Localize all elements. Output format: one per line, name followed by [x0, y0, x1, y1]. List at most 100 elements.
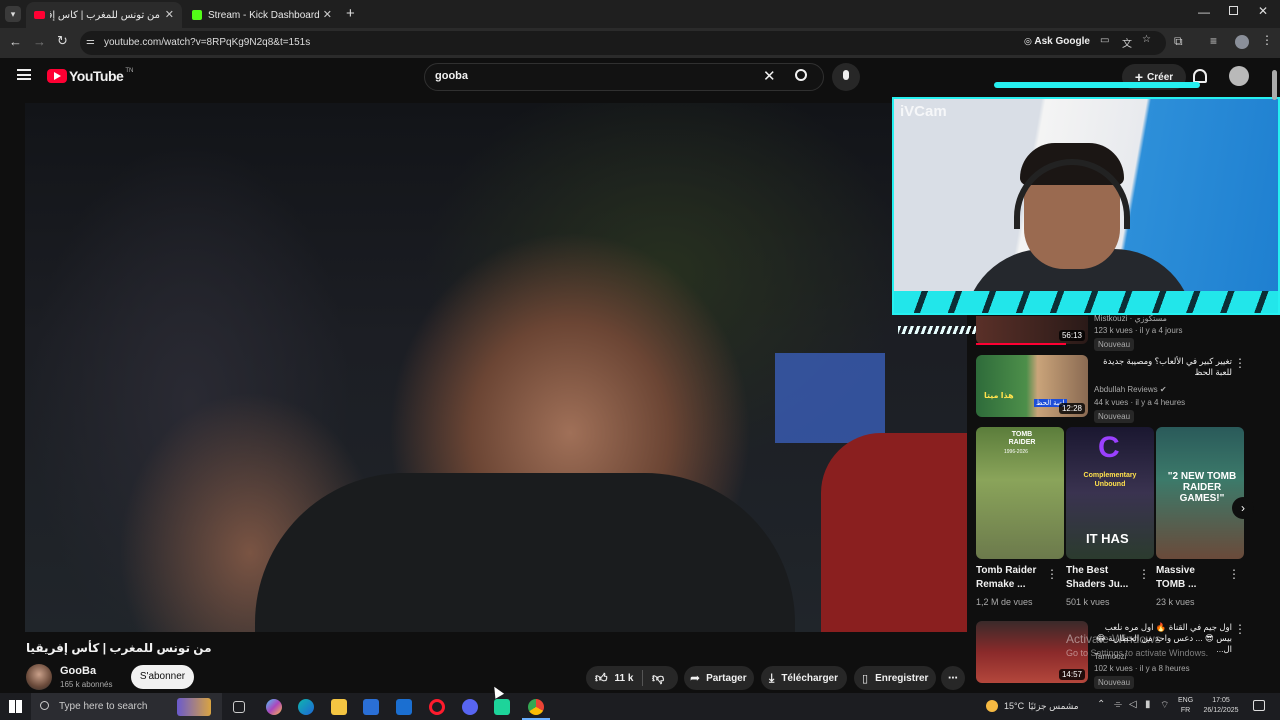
- hamburger-menu-icon[interactable]: [17, 69, 31, 80]
- discord-icon[interactable]: [462, 699, 478, 715]
- channel-name[interactable]: Abdullah Reviews ✔: [1094, 384, 1167, 395]
- outlook-icon[interactable]: [396, 699, 412, 715]
- taskbar-search-box[interactable]: Type here to search: [31, 693, 222, 720]
- short-thumbnail[interactable]: C Complementary Unbound IT HAS: [1066, 427, 1154, 559]
- back-icon[interactable]: ←: [9, 34, 22, 49]
- address-bar[interactable]: ⚌ youtube.com/watch?v=8RPqKg9N2q8&t=151s…: [80, 31, 1166, 55]
- site-info-icon[interactable]: ⚌: [86, 36, 95, 47]
- bookmark-icon: ▯: [862, 672, 869, 685]
- task-view-icon[interactable]: [233, 701, 245, 713]
- close-window-icon[interactable]: ✕: [1258, 4, 1268, 18]
- wifi-icon[interactable]: ⌔: [1160, 699, 1169, 712]
- search-box[interactable]: gooba ✕: [424, 63, 824, 91]
- search-input[interactable]: gooba: [435, 70, 468, 82]
- microphone-icon: [843, 70, 849, 80]
- like-button[interactable]: 👍︎ 11 k: [586, 671, 642, 686]
- notifications-bell-icon[interactable]: [1193, 69, 1207, 83]
- recommendation-item[interactable]: 56:13 Mistkouzi · مستكوزي 123 k vues · i…: [976, 313, 1266, 352]
- duration-badge: 56:13: [1058, 330, 1085, 341]
- shelf-next-arrow-icon[interactable]: ›: [1232, 497, 1254, 519]
- save-button[interactable]: ▯ Enregistrer: [854, 666, 936, 690]
- weather-icon: [986, 700, 998, 712]
- windows-taskbar: Type here to search 15°C مشمس جزئيًا ⌃ ⌯…: [0, 693, 1280, 720]
- translate-icon[interactable]: 文: [1122, 35, 1132, 50]
- edge-icon[interactable]: [298, 699, 314, 715]
- like-dislike-group: 👍︎ 11 k 👎︎: [586, 666, 678, 690]
- close-tab-icon[interactable]: ✕: [323, 8, 332, 21]
- thumbnail-text: "2 NEW TOMB RAIDER GAMES!": [1167, 471, 1237, 504]
- clock[interactable]: 17:05 26/12/2025: [1201, 696, 1241, 716]
- subscribe-button[interactable]: S'abonner: [131, 665, 194, 689]
- tray-overflow-icon[interactable]: ⌃: [1097, 699, 1105, 710]
- account-avatar[interactable]: [1229, 66, 1249, 86]
- opera-icon[interactable]: [429, 699, 445, 715]
- video-thumbnail[interactable]: 56:13: [976, 316, 1088, 344]
- search-highlight-icon: [177, 698, 211, 716]
- forward-icon[interactable]: →: [33, 34, 46, 49]
- recommendation-item[interactable]: هذا ميتا لعبة الحظ 12:28 تغيير كبير في ا…: [976, 355, 1266, 423]
- notification-center-icon[interactable]: [1253, 700, 1265, 711]
- windows-start-icon[interactable]: [9, 700, 22, 713]
- short-thumbnail[interactable]: "2 NEW TOMB RAIDER GAMES!": [1156, 427, 1244, 559]
- channel-name[interactable]: GooBa: [60, 665, 96, 677]
- more-actions-icon[interactable]: ⋮: [1138, 567, 1150, 581]
- streaming-app-icon[interactable]: [494, 699, 510, 715]
- short-title[interactable]: Tomb Raider Remake ...: [976, 564, 1046, 592]
- more-actions-icon[interactable]: ⋮: [1234, 622, 1246, 636]
- tab-kick[interactable]: Stream - Kick Dashboard ✕: [184, 2, 340, 28]
- dislike-button[interactable]: 👎︎: [643, 671, 664, 686]
- clear-search-icon[interactable]: ✕: [763, 67, 776, 85]
- browser-tab-strip: ▾ من تونس للمغرب | كأس إفريقيا ✕ Stream …: [0, 0, 1280, 28]
- video-thumbnail[interactable]: هذا ميتا لعبة الحظ 12:28: [976, 355, 1088, 417]
- more-actions-icon[interactable]: ⋮: [1234, 356, 1246, 370]
- copilot-icon[interactable]: [266, 699, 282, 715]
- more-actions-icon[interactable]: ⋮: [1228, 567, 1240, 581]
- short-thumbnail[interactable]: TOMB RAIDER 1996-2026: [976, 427, 1064, 559]
- thumbnail-text: TOMB RAIDER: [1008, 431, 1036, 446]
- profile-avatar[interactable]: [1235, 35, 1249, 49]
- voice-search-button[interactable]: [832, 63, 860, 91]
- youtube-play-icon: [47, 69, 67, 83]
- store-icon[interactable]: [363, 699, 379, 715]
- short-views: 1,2 M de vues: [976, 597, 1033, 607]
- url-text: youtube.com/watch?v=8RPqKg9N2q8&t=151s: [104, 37, 311, 48]
- cast-icon[interactable]: ▭: [1100, 35, 1109, 46]
- reading-list-icon[interactable]: ≡: [1210, 34, 1217, 48]
- extensions-icon[interactable]: ⧉: [1174, 34, 1183, 49]
- restore-icon[interactable]: [1229, 6, 1238, 15]
- close-tab-icon[interactable]: ✕: [165, 8, 174, 21]
- browser-menu-icon[interactable]: ⋮: [1261, 33, 1273, 47]
- video-title[interactable]: تغيير كبير في الألعاب؟ ومصيبة جديدة للعب…: [1094, 356, 1232, 378]
- ask-google-button[interactable]: ◎ Ask Google: [1024, 36, 1090, 47]
- duration-badge: 12:28: [1058, 403, 1085, 414]
- video-player[interactable]: [25, 103, 967, 632]
- download-button[interactable]: ⤓ Télécharger: [761, 666, 847, 690]
- thumbnail-text: 1996-2026: [1004, 449, 1028, 455]
- page-scrollbar[interactable]: [1272, 70, 1277, 100]
- bookmark-star-icon[interactable]: ☆: [1142, 34, 1151, 45]
- short-title[interactable]: The Best Shaders Ju...: [1066, 564, 1138, 592]
- video-meta: 44 k vues · il y a 4 heures: [1094, 398, 1186, 407]
- share-button[interactable]: ➦ Partager: [684, 666, 754, 690]
- more-actions-icon[interactable]: ⋮: [1046, 567, 1058, 581]
- chrome-icon[interactable]: [528, 699, 544, 715]
- minimize-icon[interactable]: —: [1198, 5, 1210, 19]
- file-explorer-icon[interactable]: [331, 699, 347, 715]
- language-indicator[interactable]: ENG FR: [1178, 696, 1193, 716]
- more-actions-button[interactable]: ⋯: [941, 666, 965, 690]
- weather-widget[interactable]: 15°C مشمس جزئيًا: [986, 700, 1079, 712]
- network-icon[interactable]: ⌯: [1114, 699, 1122, 710]
- new-tab-icon[interactable]: +: [346, 5, 355, 22]
- short-title[interactable]: Massive TOMB ...: [1156, 564, 1224, 592]
- battery-icon[interactable]: ▮: [1145, 699, 1151, 710]
- tab-search-button[interactable]: ▾: [5, 6, 21, 22]
- youtube-logo[interactable]: YouTube TN: [47, 68, 133, 84]
- channel-name[interactable]: Mistkouzi · مستكوزي: [1094, 313, 1167, 324]
- tab-youtube[interactable]: من تونس للمغرب | كأس إفريقيا ✕: [26, 2, 182, 28]
- person-jacket: [255, 473, 795, 632]
- share-icon: ➦: [690, 671, 701, 685]
- volume-icon[interactable]: ◁: [1129, 699, 1137, 710]
- search-icon[interactable]: [795, 69, 807, 81]
- channel-avatar[interactable]: [26, 664, 52, 690]
- reload-icon[interactable]: ↻: [57, 33, 68, 49]
